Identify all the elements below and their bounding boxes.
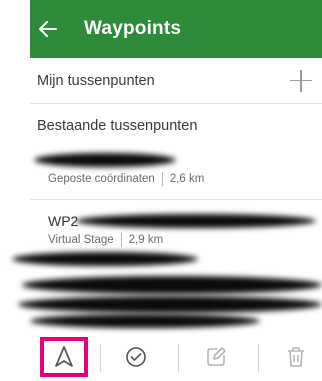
- meta-separator: [161, 172, 163, 186]
- toolbar-divider: [258, 344, 259, 372]
- navigate-icon: [55, 346, 73, 367]
- redacted-name: [34, 153, 176, 167]
- select-button[interactable]: [116, 338, 156, 376]
- redacted-content: [12, 252, 198, 266]
- waypoint-name: WP2: [48, 213, 79, 229]
- waypoint-type: Geposte coördinaten: [48, 173, 155, 185]
- edit-icon: [207, 347, 226, 366]
- waypoint-type: Virtual Stage: [48, 234, 114, 246]
- bestaande-tussenpunten-header: Bestaande tussenpunten: [30, 104, 322, 148]
- edit-button[interactable]: [196, 338, 236, 376]
- page-title: Waypoints: [84, 18, 182, 39]
- redacted-content: [18, 296, 322, 313]
- redacted-name: [76, 214, 316, 228]
- app-bar: Waypoints: [30, 0, 322, 58]
- redacted-content: [22, 276, 322, 294]
- waypoint-list-item[interactable]: WP2 Virtual Stage 2,9 km: [30, 200, 322, 255]
- navigate-button[interactable]: [40, 337, 88, 377]
- waypoints-screen: Waypoints Mijn tussenpunten Bestaande tu…: [0, 0, 322, 381]
- redacted-content: [30, 314, 260, 328]
- bottom-toolbar: [30, 334, 322, 381]
- back-button[interactable]: [30, 0, 66, 58]
- toolbar-divider: [100, 344, 101, 372]
- waypoint-meta: Geposte coördinaten 2,6 km: [48, 172, 204, 186]
- mijn-tussenpunten-label: Mijn tussenpunten: [37, 72, 155, 89]
- toolbar-divider: [178, 344, 179, 372]
- mijn-tussenpunten-row: Mijn tussenpunten: [30, 58, 322, 104]
- waypoint-distance: 2,9 km: [128, 234, 164, 246]
- add-waypoint-button[interactable]: [288, 68, 314, 94]
- delete-button[interactable]: [276, 338, 316, 376]
- delete-icon: [288, 347, 304, 367]
- waypoint-list-item[interactable]: Geposte coördinaten 2,6 km: [30, 148, 322, 200]
- bestaande-tussenpunten-label: Bestaande tussenpunten: [37, 118, 198, 134]
- arrow-left-icon: [39, 21, 57, 37]
- waypoint-meta: Virtual Stage 2,9 km: [48, 233, 163, 247]
- meta-separator: [120, 233, 122, 247]
- waypoint-distance: 2,6 km: [169, 173, 205, 185]
- check-circle-icon: [126, 347, 146, 367]
